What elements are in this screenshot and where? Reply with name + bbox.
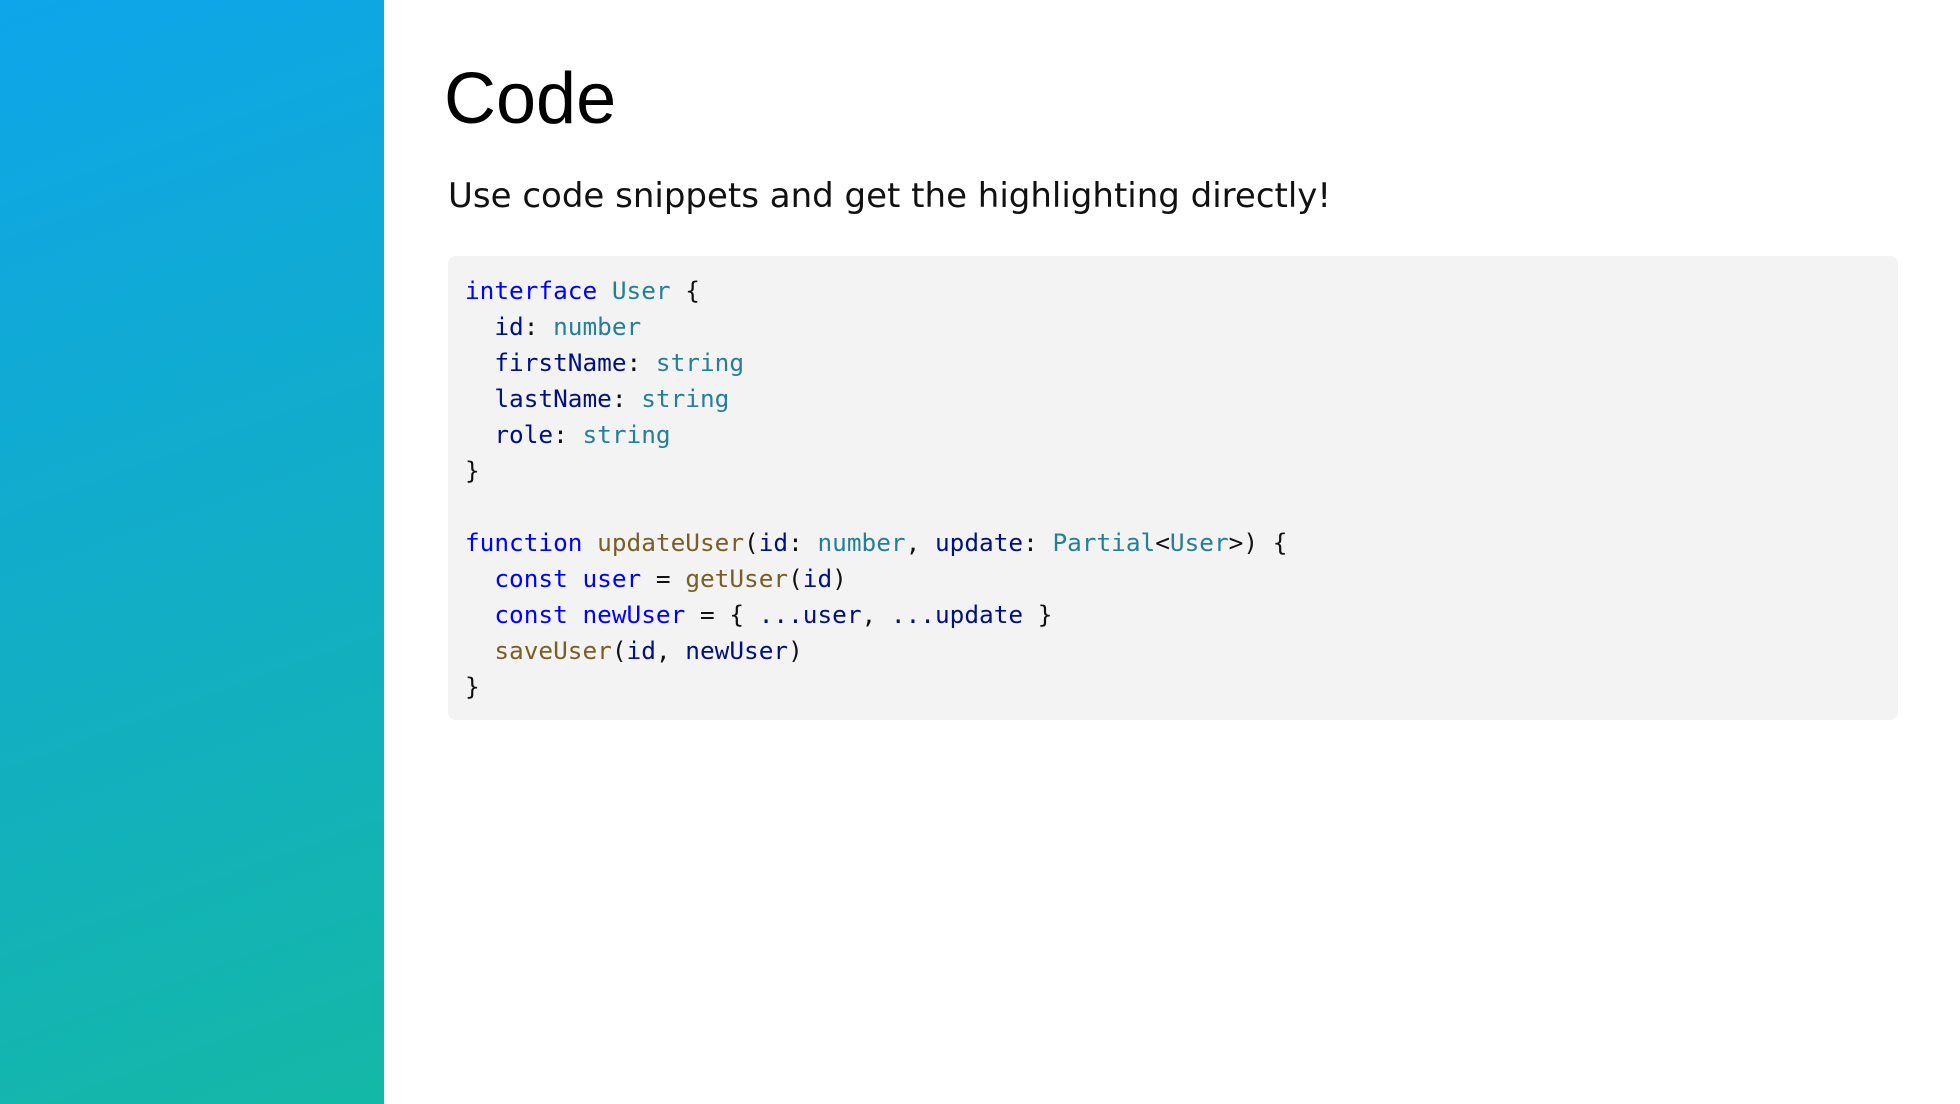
code-line: const newUser = { ...user, ...update } (465, 597, 1881, 633)
code-token: < (1155, 528, 1170, 557)
code-token: ) (788, 636, 803, 665)
code-token: ( (744, 528, 759, 557)
slide: Code Use code snippets and get the highl… (0, 0, 1960, 1104)
code-token: : (553, 420, 583, 449)
code-token: number (553, 312, 642, 341)
code-token: saveUser (494, 636, 612, 665)
code-token: : (626, 348, 656, 377)
slide-title: Code (444, 59, 617, 139)
code-token: id (494, 312, 524, 341)
code-token: : (1023, 528, 1053, 557)
code-line: } (465, 453, 1881, 489)
code-line: id: number (465, 309, 1881, 345)
code-snippet[interactable]: interface User { id: number firstName: s… (448, 256, 1898, 720)
code-token: id (758, 528, 789, 557)
code-token: string (641, 384, 730, 413)
code-line: const user = getUser(id) (465, 561, 1881, 597)
code-token: ... (890, 600, 935, 629)
code-token: update (934, 600, 1024, 629)
code-token: { (670, 276, 700, 305)
slide-subtitle: Use code snippets and get the highlighti… (448, 176, 1332, 216)
code-token: ) (832, 564, 847, 593)
code-token: = { (685, 600, 759, 629)
code-token: , (861, 600, 891, 629)
code-token: newUser (582, 600, 686, 629)
code-token: update (934, 528, 1024, 557)
code-line: } (465, 669, 1881, 705)
code-line: function updateUser(id: number, update: … (465, 525, 1881, 561)
code-line: lastName: string (465, 381, 1881, 417)
code-token: Partial (1052, 528, 1156, 557)
code-token: ( (788, 564, 803, 593)
code-token: lastName (494, 384, 612, 413)
code-token: , (655, 636, 686, 665)
code-token: >) { (1228, 528, 1288, 557)
code-token: : (788, 528, 818, 557)
code-token: : (611, 384, 642, 413)
code-token: getUser (685, 564, 789, 593)
code-token: = (641, 564, 686, 593)
code-token: } (465, 672, 480, 701)
code-token: string (582, 420, 671, 449)
code-token: : (523, 312, 554, 341)
code-token: } (465, 456, 480, 485)
code-token: ... (758, 600, 803, 629)
side-gradient-panel (0, 0, 384, 1104)
slide-content: Code Use code snippets and get the highl… (384, 0, 1960, 1104)
code-token: number (817, 528, 906, 557)
code-token: interface (465, 276, 598, 305)
code-token: User (611, 276, 671, 305)
code-line: ​ (465, 489, 1881, 525)
code-token: } (1023, 600, 1053, 629)
code-token: , (905, 528, 935, 557)
code-token: newUser (685, 636, 789, 665)
code-token: firstName (494, 348, 627, 377)
code-line: saveUser(id, newUser) (465, 633, 1881, 669)
code-token: user (582, 564, 642, 593)
code-token: string (655, 348, 745, 377)
code-token: const (494, 600, 568, 629)
code-token: role (494, 420, 554, 449)
code-token: id (626, 636, 656, 665)
code-token: const (494, 564, 568, 593)
code-token: user (802, 600, 862, 629)
code-token: updateUser (597, 528, 745, 557)
code-token: ( (611, 636, 627, 665)
code-token: id (802, 564, 833, 593)
code-token: User (1169, 528, 1229, 557)
code-token: function (465, 528, 583, 557)
code-line: firstName: string (465, 345, 1881, 381)
code-line: interface User { (465, 273, 1881, 309)
code-line: role: string (465, 417, 1881, 453)
